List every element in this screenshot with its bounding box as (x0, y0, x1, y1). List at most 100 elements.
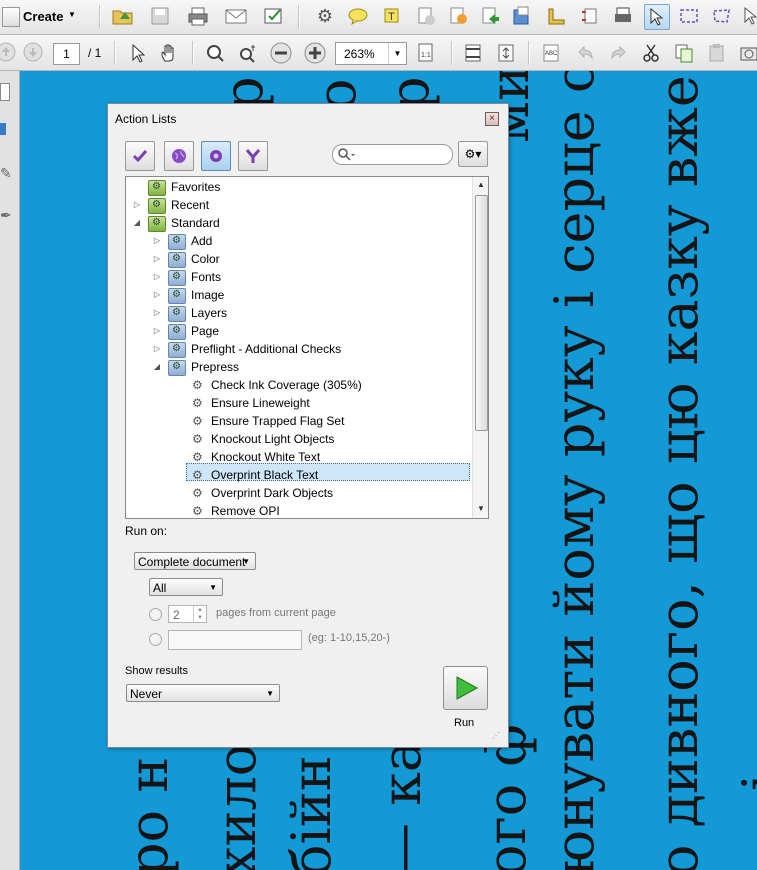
tree-item[interactable]: ▷ Color (126, 250, 471, 268)
play-icon (456, 676, 478, 700)
previous-page-icon[interactable] (0, 40, 18, 64)
tree-item[interactable]: ⚙ Remove OPI (126, 502, 471, 518)
dialog-title-bar[interactable]: Action Lists × (108, 104, 508, 132)
run-button[interactable] (443, 666, 488, 710)
print-production-icon[interactable] (611, 4, 635, 28)
resize-grip-icon[interactable]: ⋰ (492, 731, 500, 740)
save-icon[interactable] (148, 4, 172, 28)
form-edit-icon[interactable] (262, 4, 286, 28)
pages-from-current-radio[interactable] (149, 608, 162, 621)
print-icon[interactable] (186, 4, 210, 28)
tree-item[interactable]: Favorites (126, 178, 471, 196)
search-input[interactable] (332, 144, 453, 165)
expand-arrow-icon[interactable]: ▷ (152, 250, 162, 268)
zoom-out-icon[interactable] (269, 41, 293, 65)
sign-icon[interactable] (446, 4, 470, 28)
lasso-marquee-icon[interactable] (710, 4, 734, 28)
stepper-arrows-icon[interactable]: ▲ ▼ (193, 606, 206, 622)
zoom-in-icon[interactable] (303, 41, 327, 65)
filter-gear-button[interactable] (201, 141, 231, 171)
email-icon[interactable] (224, 4, 248, 28)
tree-item[interactable]: ▷ Add (126, 232, 471, 250)
hand-tool-icon[interactable] (157, 41, 181, 65)
export-icon[interactable] (478, 4, 502, 28)
scrollbar-thumb[interactable] (475, 195, 488, 431)
spell-check-icon[interactable]: ABC (539, 41, 563, 65)
collapse-arrow-icon[interactable]: ◢ (132, 214, 142, 232)
select-object-tool-icon[interactable] (644, 4, 670, 30)
show-results-select[interactable]: Never ▼ (126, 684, 280, 702)
delete-page-icon[interactable] (414, 4, 438, 28)
tree-item-label: Recent (171, 198, 210, 212)
snapshot-icon[interactable] (737, 41, 757, 65)
crop-icon[interactable] (578, 4, 602, 28)
redo-icon[interactable] (607, 41, 631, 65)
cut-icon[interactable] (639, 41, 663, 65)
pages-panel-icon[interactable] (0, 83, 10, 101)
marquee-zoom-icon[interactable] (203, 41, 227, 65)
tree-item[interactable]: ⚙ Overprint Black Text (126, 466, 471, 484)
settings-gear-icon[interactable]: ⚙ (313, 4, 337, 28)
comment-icon[interactable] (346, 4, 370, 28)
page-number-input[interactable]: 1 (53, 43, 80, 65)
options-gear-button[interactable]: ⚙▾ (458, 141, 488, 167)
tree-item[interactable]: ⚙ Knockout Light Objects (126, 430, 471, 448)
tree-item[interactable]: ⚙ Ensure Trapped Flag Set (126, 412, 471, 430)
tree-item[interactable]: ◢ Standard (126, 214, 471, 232)
tree-item[interactable]: ▷ Image (126, 286, 471, 304)
scroll-down-icon[interactable]: ▼ (477, 504, 485, 513)
tree-item[interactable]: ▷ Preflight - Additional Checks (126, 340, 471, 358)
tree-item[interactable]: ▷ Page (126, 322, 471, 340)
measure-icon[interactable] (544, 4, 568, 28)
select-tool-icon[interactable] (125, 41, 149, 65)
pages-select[interactable]: All ▼ (149, 578, 223, 596)
dynamic-zoom-icon[interactable] (236, 41, 260, 65)
svg-text:ABC: ABC (545, 51, 558, 57)
tree-item[interactable]: ▷ Layers (126, 304, 471, 322)
attachments-panel-icon[interactable]: ✎ (0, 165, 12, 182)
tree-item[interactable]: ⚙ Ensure Lineweight (126, 394, 471, 412)
expand-arrow-icon[interactable]: ▷ (152, 232, 162, 250)
action-tree[interactable]: Favorites ▷ Recent ◢ Standard ▷ Add ▷ Color ▷ Font… (125, 176, 489, 519)
collapse-arrow-icon[interactable]: ◢ (152, 358, 162, 376)
bookmarks-panel-icon[interactable] (0, 123, 6, 135)
expand-arrow-icon[interactable]: ▷ (152, 268, 162, 286)
fit-page-width-icon[interactable] (461, 41, 485, 65)
scroll-up-icon[interactable]: ▲ (477, 180, 485, 189)
globe-icon (172, 149, 186, 163)
tree-item[interactable]: ◢ Prepress (126, 358, 471, 376)
create-menu-button[interactable]: Create ▼ (2, 5, 82, 29)
zoom-level-select[interactable]: 263% ▼ (335, 42, 407, 65)
filter-globe-button[interactable] (164, 141, 194, 171)
expand-arrow-icon[interactable]: ▷ (152, 304, 162, 322)
tree-item[interactable]: ⚙ Knockout White Text (126, 448, 471, 466)
open-icon[interactable] (111, 4, 135, 28)
fit-page-icon[interactable] (494, 41, 518, 65)
tree-scrollbar[interactable]: ▲ ▼ (472, 177, 488, 518)
expand-arrow-icon[interactable]: ▷ (152, 286, 162, 304)
paste-icon[interactable] (705, 41, 729, 65)
page-range-radio[interactable] (149, 633, 162, 646)
tree-item[interactable]: ▷ Fonts (126, 268, 471, 286)
expand-arrow-icon[interactable]: ▷ (132, 196, 142, 214)
run-on-scope-select[interactable]: Complete document ▼ (134, 552, 256, 570)
page-range-input[interactable] (168, 630, 302, 650)
expand-arrow-icon[interactable]: ▷ (152, 322, 162, 340)
signatures-panel-icon[interactable]: ✒ (0, 207, 12, 224)
filter-checkmark-button[interactable] (125, 141, 155, 171)
combine-icon[interactable] (510, 4, 534, 28)
next-page-icon[interactable] (21, 40, 45, 64)
close-button[interactable]: × (485, 112, 499, 126)
highlight-text-icon[interactable]: T (380, 4, 404, 28)
filter-merge-button[interactable] (238, 141, 268, 171)
copy-icon[interactable] (672, 41, 696, 65)
undo-icon[interactable] (573, 41, 597, 65)
tree-item[interactable]: ⚙ Overprint Dark Objects (126, 484, 471, 502)
actual-size-icon[interactable]: 1:1 (414, 41, 438, 65)
select-arrow-icon[interactable] (740, 4, 757, 28)
expand-arrow-icon[interactable]: ▷ (152, 340, 162, 358)
pages-count-stepper[interactable]: 2 ▲ ▼ (168, 605, 207, 623)
rect-marquee-icon[interactable] (677, 4, 701, 28)
tree-item[interactable]: ⚙ Check Ink Coverage (305%) (126, 376, 471, 394)
tree-item[interactable]: ▷ Recent (126, 196, 471, 214)
